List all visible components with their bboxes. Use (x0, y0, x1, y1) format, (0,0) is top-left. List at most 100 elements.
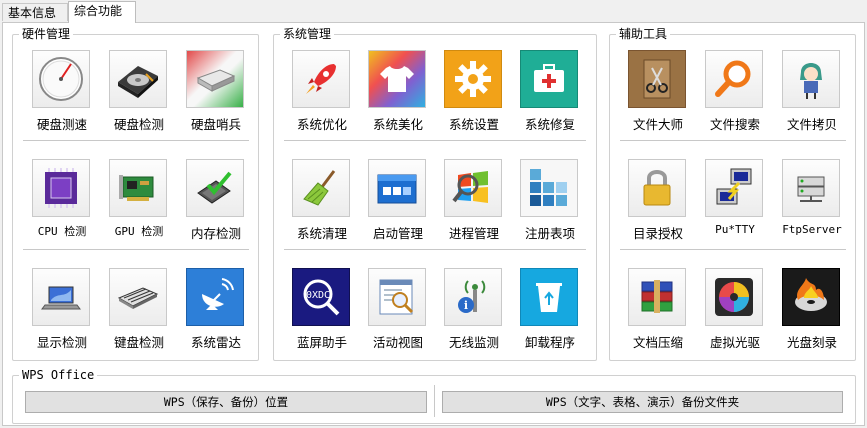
tile-wireless-monitor[interactable]: i 无线监测 (436, 268, 512, 368)
character-icon (800, 63, 822, 99)
tile-label: 活动视图 (372, 335, 423, 350)
cpu-chip-icon (45, 168, 77, 208)
tile-label: 虚拟光驱 (709, 335, 760, 350)
svg-text:i: i (464, 299, 468, 312)
registry-blocks-icon (530, 169, 567, 206)
tile-label: 文件搜索 (709, 117, 760, 132)
first-aid-kit-icon (534, 64, 564, 92)
tile-label: 显示检测 (36, 335, 87, 350)
process-window-icon (452, 171, 488, 203)
tile-file-master[interactable]: 文件大师 (620, 50, 696, 150)
keyboard-icon (117, 287, 159, 309)
wireless-info-icon: i (458, 280, 486, 313)
tile-label: 键盘检测 (113, 335, 164, 350)
tile-label: 无线监测 (448, 335, 499, 350)
tile-memory-check[interactable]: 内存检测 (178, 159, 254, 259)
tools-group-title: 辅助工具 (619, 27, 668, 41)
tile-disc-burn[interactable]: 光盘刻录 (774, 268, 850, 368)
tile-registry[interactable]: 注册表项 (512, 159, 588, 259)
tile-label: 系统清理 (296, 226, 347, 241)
tile-label: CPU 检测 (37, 225, 87, 238)
bluescreen-magnifier-icon: 0XDC (303, 279, 340, 316)
t-shirt-icon (380, 66, 414, 92)
search-icon (715, 60, 751, 97)
tile-label: 文档压缩 (632, 335, 683, 350)
tile-activity-view[interactable]: 活动视图 (360, 268, 436, 368)
tile-label: GPU 检测 (114, 225, 164, 238)
tile-label: 系统设置 (448, 117, 499, 132)
tile-label: 文件拷贝 (786, 117, 837, 132)
padlock-icon (643, 170, 671, 206)
burn-disc-icon (795, 278, 827, 311)
tile-virtual-drive[interactable]: 虚拟光驱 (697, 268, 773, 368)
broom-icon (303, 170, 336, 206)
tile-keyboard-check[interactable]: 键盘检测 (101, 268, 177, 368)
tile-uninstall[interactable]: 卸载程序 (512, 268, 588, 368)
tile-gpu-check[interactable]: GPU 检测 (101, 159, 177, 259)
tile-label: FtpServer (782, 223, 842, 236)
tile-label: 系统美化 (372, 117, 423, 132)
tile-system-clean[interactable]: 系统清理 (284, 159, 360, 259)
tab-basic-info[interactable]: 基本信息 (2, 3, 68, 21)
wps-location-button[interactable]: WPS（保存、备份）位置 (25, 391, 427, 413)
tile-startup-manager[interactable]: 启动管理 (360, 159, 436, 259)
virtual-disc-icon (715, 278, 753, 316)
wps-backup-folder-button[interactable]: WPS（文字、表格、演示）备份文件夹 (442, 391, 843, 413)
tile-putty[interactable]: Pu*TTY (697, 159, 773, 259)
activity-view-icon (379, 279, 414, 315)
tile-display-check[interactable]: 显示检测 (24, 268, 100, 368)
tile-label: 硬盘哨兵 (190, 117, 241, 132)
tile-disk-sentinel[interactable]: 硬盘哨兵 (178, 50, 254, 150)
divider (434, 385, 435, 417)
system-group-title: 系统管理 (283, 27, 332, 41)
tile-label: 卸载程序 (524, 335, 575, 350)
tile-bluescreen-helper[interactable]: 0XDC 蓝屏助手 (284, 268, 360, 368)
laptop-display-icon (41, 286, 81, 310)
tile-system-repair[interactable]: 系统修复 (512, 50, 588, 150)
disk-sentinel-icon (196, 69, 236, 92)
tile-system-settings[interactable]: 系统设置 (436, 50, 512, 150)
gear-icon (455, 61, 491, 97)
tile-file-search[interactable]: 文件搜索 (697, 50, 773, 150)
putty-terminal-icon (716, 168, 752, 205)
gauge-icon (39, 57, 83, 101)
tile-label: 系统修复 (524, 117, 575, 132)
rocket-icon (306, 64, 336, 94)
tile-label: Pu*TTY (715, 223, 755, 236)
hard-disk-icon (118, 66, 158, 98)
tile-disk-speed[interactable]: 硬盘测速 (24, 50, 100, 150)
tile-process-manager[interactable]: 进程管理 (436, 159, 512, 259)
wps-office-group-title: WPS Office (22, 368, 95, 382)
tab-strip: 基本信息 综合功能 (0, 0, 867, 23)
tile-label: 目录授权 (632, 226, 683, 241)
tab-integrated-functions[interactable]: 综合功能 (68, 1, 136, 23)
tab-panel: 硬件管理 系统管理 辅助工具 硬盘测速 硬盘检测 硬盘哨兵 CPU 检测 GPU… (2, 22, 865, 426)
graphics-card-icon (119, 175, 154, 201)
hardware-group-title: 硬件管理 (22, 27, 71, 41)
tile-cpu-check[interactable]: CPU 检测 (24, 159, 100, 259)
tile-label: 注册表项 (524, 226, 575, 241)
tile-system-beautify[interactable]: 系统美化 (360, 50, 436, 150)
tile-label: 进程管理 (448, 226, 499, 241)
tile-label: 系统雷达 (190, 335, 241, 350)
scissors-file-icon (643, 59, 671, 99)
tile-system-optimize[interactable]: 系统优化 (284, 50, 360, 150)
tile-label: 内存检测 (190, 226, 241, 241)
tile-dir-permission[interactable]: 目录授权 (620, 159, 696, 259)
tile-disk-check[interactable]: 硬盘检测 (101, 50, 177, 150)
startup-window-icon (377, 174, 417, 204)
ftp-server-icon (797, 176, 825, 202)
archive-books-icon (641, 280, 673, 313)
tile-label: 启动管理 (372, 226, 423, 241)
svg-text:0XDC: 0XDC (306, 290, 330, 301)
tile-file-copy[interactable]: 文件拷贝 (774, 50, 850, 150)
tile-label: 硬盘测速 (36, 117, 87, 132)
tile-label: 硬盘检测 (113, 117, 164, 132)
tile-doc-compress[interactable]: 文档压缩 (620, 268, 696, 368)
satellite-dish-icon (202, 278, 234, 310)
recycle-bin-icon (536, 283, 562, 312)
tile-label: 光盘刻录 (786, 335, 837, 350)
tile-ftp-server[interactable]: FtpServer (774, 159, 850, 259)
tile-system-radar[interactable]: 系统雷达 (178, 268, 254, 368)
tile-label: 蓝屏助手 (296, 335, 347, 350)
